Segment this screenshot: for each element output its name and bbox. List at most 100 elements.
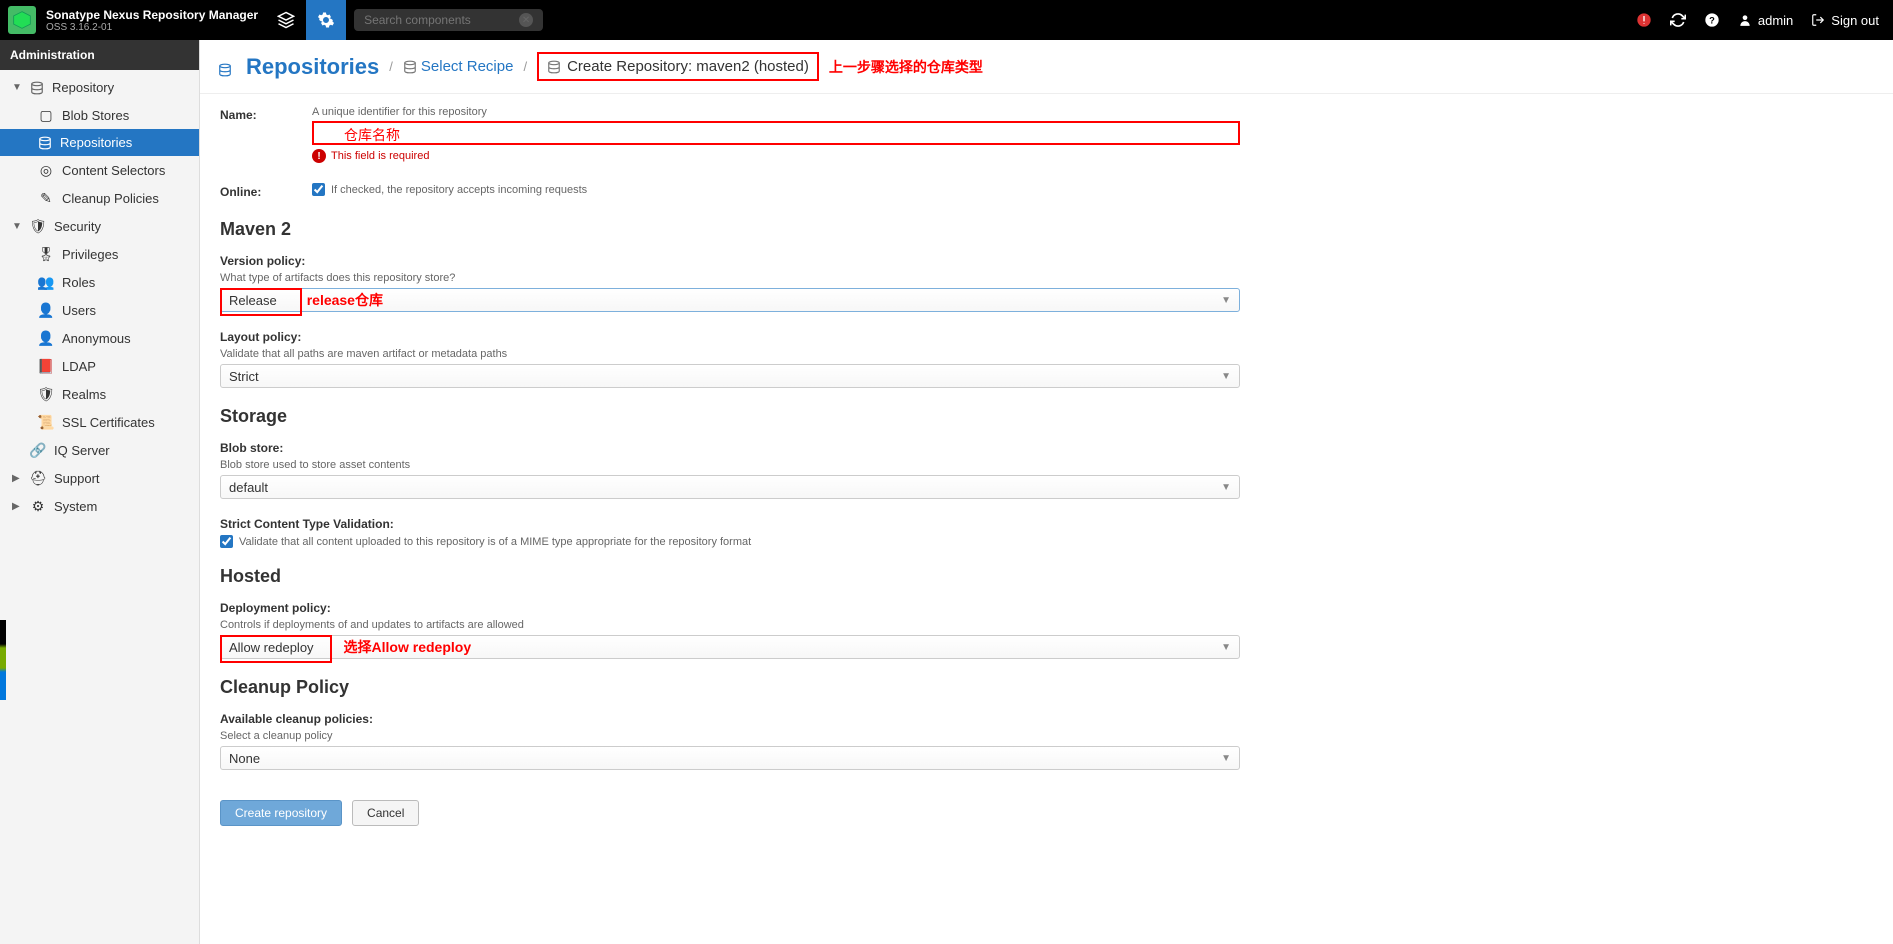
shield-icon: 🛡	[30, 218, 46, 234]
caret-right-icon: ▶	[12, 501, 22, 512]
select-value: default	[229, 480, 268, 495]
nav-label: Anonymous	[62, 331, 131, 346]
cancel-button[interactable]: Cancel	[352, 800, 419, 826]
nav-label: Roles	[62, 275, 95, 290]
name-help: A unique identifier for this repository	[312, 106, 1240, 118]
sidebar-item-sslcerts[interactable]: 📜 SSL Certificates	[0, 408, 199, 436]
sidebar-item-contentselectors[interactable]: ◎ Content Selectors	[0, 156, 199, 184]
deployment-policy-label: Deployment policy:	[220, 601, 1240, 615]
sidebar-item-blobstores[interactable]: ▢ Blob Stores	[0, 101, 199, 129]
username-label: admin	[1758, 13, 1793, 28]
cube-icon[interactable]	[266, 0, 306, 40]
database-icon	[403, 60, 417, 74]
select-value: Strict	[229, 369, 259, 384]
sidebar-item-anonymous[interactable]: 👤 Anonymous	[0, 324, 199, 352]
signout-button[interactable]: Sign out	[1805, 9, 1885, 32]
nexus-logo-icon	[8, 6, 36, 34]
alert-icon[interactable]	[1630, 8, 1658, 32]
nav-label: IQ Server	[54, 443, 110, 458]
online-help: If checked, the repository accepts incom…	[331, 184, 587, 196]
sidebar-item-repository[interactable]: ▼ Repository	[0, 74, 199, 101]
search-input[interactable]	[364, 13, 519, 27]
version-policy-help: What type of artifacts does this reposit…	[220, 272, 1240, 284]
annotation-breadcrumb: 上一步骤选择的仓库类型	[829, 57, 983, 77]
help-icon[interactable]: ?	[1698, 8, 1726, 32]
users-icon: 👥	[38, 274, 54, 290]
form: Name: A unique identifier for this repos…	[200, 94, 1260, 846]
nav-label: Content Selectors	[62, 163, 165, 178]
create-repository-button[interactable]: Create repository	[220, 800, 342, 826]
nav-label: Repository	[52, 80, 114, 95]
nav-label: Users	[62, 303, 96, 318]
select-value: None	[229, 751, 260, 766]
cleanup-select[interactable]: None ▼	[220, 746, 1240, 770]
nav-tree: ▼ Repository ▢ Blob Stores Repositories …	[0, 70, 199, 944]
brand-title: Sonatype Nexus Repository Manager	[46, 8, 258, 22]
app-header: Sonatype Nexus Repository Manager OSS 3.…	[0, 0, 1893, 40]
cleanup-label: Available cleanup policies:	[220, 712, 1240, 726]
version-policy-label: Version policy:	[220, 254, 1240, 268]
nav-label: Support	[54, 471, 100, 486]
sidebar-item-iqserver[interactable]: 🔗 IQ Server	[0, 436, 199, 464]
cleanup-help: Select a cleanup policy	[220, 730, 1240, 742]
sidebar-item-roles[interactable]: 👥 Roles	[0, 268, 199, 296]
breadcrumb-root[interactable]: Repositories	[218, 54, 379, 80]
broom-icon: ✎	[38, 190, 54, 206]
layout-policy-select[interactable]: Strict ▼	[220, 364, 1240, 388]
admin-heading: Administration	[0, 40, 199, 70]
breadcrumb: Repositories / Select Recipe / Create Re…	[200, 40, 1893, 94]
sidebar-item-cleanuppolicies[interactable]: ✎ Cleanup Policies	[0, 184, 199, 212]
chevron-down-icon: ▼	[1221, 371, 1231, 382]
logo-area: Sonatype Nexus Repository Manager OSS 3.…	[0, 6, 266, 34]
sidebar-item-realms[interactable]: 🛡 Realms	[0, 380, 199, 408]
select-value: Release	[229, 293, 277, 308]
clear-icon[interactable]: ✕	[519, 13, 533, 27]
signout-label: Sign out	[1831, 13, 1879, 28]
strict-content-checkbox[interactable]	[220, 535, 233, 548]
nav-label: Realms	[62, 387, 106, 402]
cert-icon: 📜	[38, 414, 54, 430]
sidebar-item-repositories[interactable]: Repositories	[0, 129, 199, 156]
chevron-down-icon: ▼	[1221, 482, 1231, 493]
refresh-icon[interactable]	[1664, 8, 1692, 32]
blob-store-select[interactable]: default ▼	[220, 475, 1240, 499]
caret-down-icon: ▼	[12, 221, 22, 232]
blob-store-help: Blob store used to store asset contents	[220, 459, 1240, 471]
deployment-policy-select[interactable]: Allow redeploy 选择Allow redeploy ▼	[220, 635, 1240, 659]
sidebar-item-ldap[interactable]: 📕 LDAP	[0, 352, 199, 380]
nav-label: SSL Certificates	[62, 415, 155, 430]
color-bar-decoration	[0, 620, 6, 700]
search-box[interactable]: ✕	[354, 9, 543, 31]
sidebar-item-security[interactable]: ▼ 🛡 Security	[0, 212, 199, 240]
nav-label: Security	[54, 219, 101, 234]
book-icon: 📕	[38, 358, 54, 374]
person-icon: 👤	[38, 330, 54, 346]
gear-icon[interactable]	[306, 0, 346, 40]
nav-label: Repositories	[60, 135, 132, 150]
online-checkbox[interactable]	[312, 183, 325, 196]
section-storage: Storage	[220, 406, 1240, 427]
online-label: Online:	[220, 183, 312, 199]
breadcrumb-sep: /	[523, 59, 527, 74]
sidebar-item-support[interactable]: ▶ ⛑ Support	[0, 464, 199, 492]
section-hosted: Hosted	[220, 566, 1240, 587]
breadcrumb-sep: /	[389, 59, 393, 74]
nav-label: Blob Stores	[62, 108, 129, 123]
nav-label: Privileges	[62, 247, 118, 262]
gear-icon: ⚙	[30, 498, 46, 514]
lifering-icon: ⛑	[30, 470, 46, 486]
strict-content-help: Validate that all content uploaded to th…	[239, 536, 751, 548]
sidebar-item-privileges[interactable]: 🎖 Privileges	[0, 240, 199, 268]
breadcrumb-step1[interactable]: Select Recipe	[403, 58, 514, 75]
strict-content-label: Strict Content Type Validation:	[220, 517, 1240, 531]
error-icon: !	[312, 149, 326, 163]
layout-policy-label: Layout policy:	[220, 330, 1240, 344]
name-input[interactable]: 仓库名称	[312, 121, 1240, 145]
sidebar-item-system[interactable]: ▶ ⚙ System	[0, 492, 199, 520]
version-policy-select[interactable]: Release release仓库 ▼	[220, 288, 1240, 312]
user-menu[interactable]: admin	[1732, 9, 1799, 32]
chevron-down-icon: ▼	[1221, 295, 1231, 306]
cubes-icon: ▢	[38, 107, 54, 123]
nav-label: Cleanup Policies	[62, 191, 159, 206]
sidebar-item-users[interactable]: 👤 Users	[0, 296, 199, 324]
